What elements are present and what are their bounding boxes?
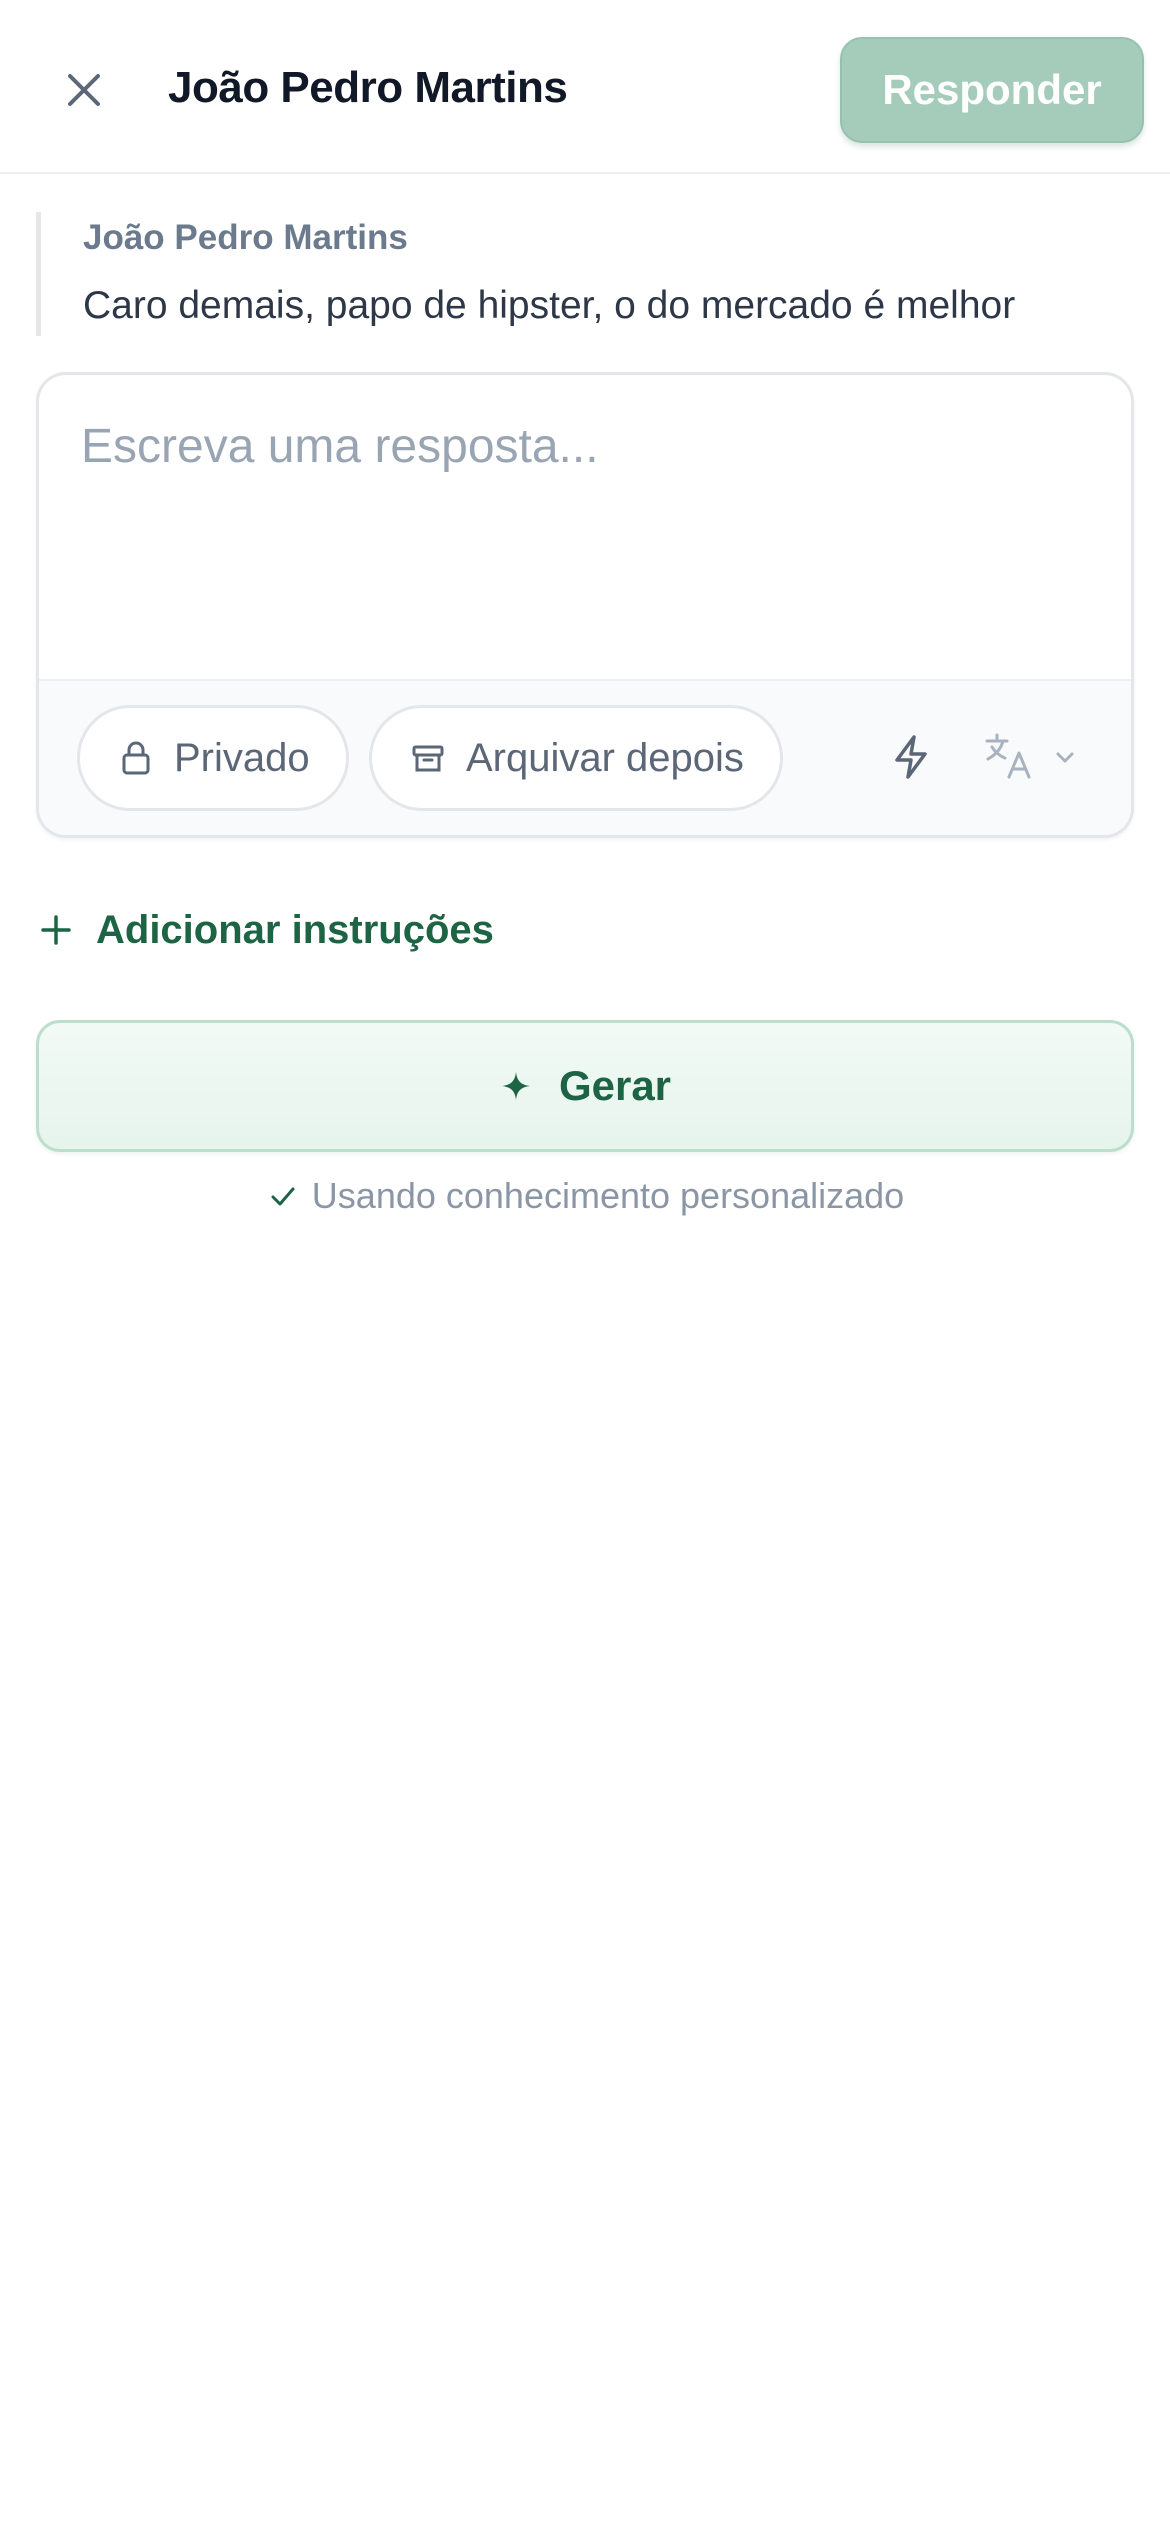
private-toggle[interactable]: Privado (77, 705, 349, 811)
private-label: Privado (174, 735, 310, 780)
composer-toolbar: Privado Arquivar depois (39, 679, 1131, 835)
archive-later-label: Arquivar depois (466, 735, 744, 780)
add-instructions-label: Adicionar instruções (96, 908, 494, 952)
archive-later-toggle[interactable]: Arquivar depois (369, 705, 783, 811)
reply-input[interactable] (39, 375, 1131, 679)
quoted-message-author: João Pedro Martins (83, 218, 408, 257)
sparkle-icon (499, 1069, 533, 1103)
add-instructions-button[interactable]: Adicionar instruções (36, 900, 494, 960)
lock-icon (118, 738, 154, 778)
quoted-message: João Pedro Martins Caro demais, papo de … (36, 212, 1136, 336)
custom-knowledge-indicator: Usando conhecimento personalizado (0, 1170, 1170, 1222)
archive-box-icon (410, 738, 446, 778)
bolt-icon (889, 733, 933, 786)
translate-dropdown[interactable] (983, 721, 1103, 797)
header: João Pedro Martins Responder (0, 0, 1170, 174)
close-icon (62, 68, 106, 117)
close-button[interactable] (50, 58, 118, 126)
reply-composer: Privado Arquivar depois (36, 372, 1134, 838)
generate-label: Gerar (558, 1062, 672, 1109)
check-icon (266, 1179, 300, 1213)
generate-button[interactable]: Gerar (36, 1020, 1134, 1152)
quick-actions-button[interactable] (879, 727, 943, 791)
chevron-down-icon (1053, 745, 1077, 774)
quoted-message-text: Caro demais, papo de hipster, o do merca… (83, 284, 1016, 327)
page-title: João Pedro Martins (168, 63, 568, 112)
translate-icon (983, 731, 1035, 788)
custom-knowledge-label: Usando conhecimento personalizado (311, 1175, 905, 1216)
plus-icon (36, 910, 76, 950)
reply-button[interactable]: Responder (840, 37, 1144, 143)
